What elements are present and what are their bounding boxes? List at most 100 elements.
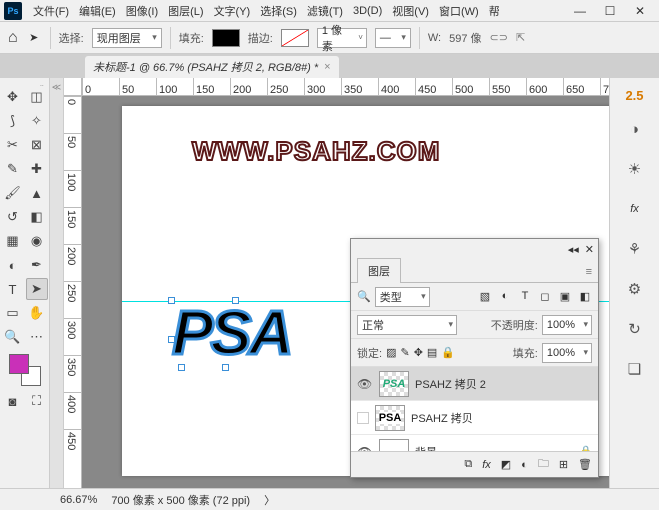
home-icon[interactable]: ⌂ [8, 29, 18, 47]
foreground-color[interactable] [9, 354, 29, 374]
hand-tool[interactable]: ✋ [26, 302, 48, 324]
lasso-tool[interactable]: ⟆ [2, 110, 24, 132]
link-icon[interactable]: ⊂⊃ [490, 31, 508, 44]
stroke-size-input[interactable]: 1 像素 [317, 28, 367, 48]
layer-mask-icon[interactable]: ◩ [501, 458, 511, 471]
status-chevron-icon[interactable]: 〉 [264, 492, 275, 508]
frame-tool[interactable]: ⊠ [26, 134, 48, 156]
window-close[interactable]: ✕ [625, 1, 655, 21]
pen-tool[interactable]: ✒ [26, 254, 48, 276]
menu-file[interactable]: 文件(F) [28, 1, 74, 21]
menu-edit[interactable]: 编辑(E) [74, 1, 121, 21]
layer-row[interactable]: 👁 背景 🔒 [351, 435, 598, 451]
menu-image[interactable]: 图像(I) [121, 1, 163, 21]
group-icon[interactable]: 🗀 [538, 455, 549, 474]
channels-panel-icon[interactable]: ↻ [621, 315, 649, 343]
layer-name[interactable]: PSAHZ 拷贝 2 [415, 376, 486, 392]
close-tab-icon[interactable]: × [324, 61, 330, 73]
visibility-icon[interactable] [357, 412, 369, 424]
color-wells[interactable] [9, 354, 41, 386]
transform-handle[interactable] [178, 364, 185, 371]
adjustment-layer-icon[interactable]: ◐ [521, 459, 528, 471]
layer-thumbnail[interactable]: PSA [379, 371, 409, 397]
layer-fx-icon[interactable]: fx [482, 459, 491, 471]
layer-name[interactable]: PSAHZ 拷贝 [411, 410, 473, 426]
new-layer-icon[interactable]: ⊞ [559, 458, 568, 471]
menu-help[interactable]: 帮 [484, 1, 505, 21]
menu-3d[interactable]: 3D(D) [348, 3, 387, 19]
panel-menu-icon[interactable]: ≡ [580, 262, 598, 282]
healing-tool[interactable]: ✚ [26, 158, 48, 180]
lock-paint-icon[interactable]: ✎ [400, 346, 409, 359]
blend-mode-combo[interactable]: 正常 [357, 315, 457, 335]
window-maximize[interactable]: ☐ [595, 1, 625, 21]
filter-pixel-icon[interactable]: ▧ [478, 290, 492, 303]
document-tab[interactable]: 未标题-1 @ 66.7% (PSAHZ 拷贝 2, RGB/8#) * × [85, 56, 339, 78]
document-dimensions[interactable]: 700 像素 x 500 像素 (72 ppi) [111, 492, 250, 508]
transform-handle[interactable] [168, 336, 175, 343]
swatches-panel-icon[interactable]: ☀ [621, 155, 649, 183]
filter-adjust-icon[interactable]: ◐ [498, 290, 512, 303]
layer-thumbnail[interactable] [379, 439, 409, 452]
filter-toggle-icon[interactable]: ◧ [578, 290, 592, 303]
filter-shape-icon[interactable]: ◻ [538, 290, 552, 303]
select-layer-combo[interactable]: 现用图层 [92, 28, 162, 48]
styles-panel-icon[interactable]: fx [621, 195, 649, 223]
screenmode-tool[interactable]: ⛶ [26, 390, 48, 412]
history-brush-tool[interactable]: ↺ [2, 206, 24, 228]
edit-toolbar[interactable]: ⋯ [26, 326, 48, 348]
fill-swatch[interactable] [212, 29, 240, 47]
search-icon[interactable]: 🔍 [357, 290, 371, 303]
layer-name[interactable]: 背景 [415, 444, 437, 452]
export-icon[interactable]: ⇱ [516, 31, 525, 44]
dodge-tool[interactable]: ◐ [2, 254, 24, 276]
stroke-style-combo[interactable]: — [375, 28, 411, 48]
menu-layer[interactable]: 图层(L) [163, 1, 208, 21]
marquee-tool[interactable]: ◫ [26, 86, 48, 108]
zoom-tool[interactable]: 🔍 [2, 326, 24, 348]
move-tool[interactable]: ✥ [2, 86, 24, 108]
layer-row[interactable]: 👁 PSA PSAHZ 拷贝 2 [351, 367, 598, 401]
lock-pos-icon[interactable]: ✥ [414, 346, 423, 359]
collapse-icon[interactable]: ◂◂ [568, 243, 579, 256]
transform-handle[interactable] [168, 297, 175, 304]
layer-row[interactable]: PSA PSAHZ 拷贝 [351, 401, 598, 435]
menu-filter[interactable]: 滤镜(T) [302, 1, 348, 21]
crop-tool[interactable]: ✂ [2, 134, 24, 156]
filter-type-combo[interactable]: 类型 [375, 287, 430, 307]
menu-view[interactable]: 视图(V) [387, 1, 434, 21]
close-panel-icon[interactable]: ✕ [585, 243, 594, 256]
menu-select[interactable]: 选择(S) [255, 1, 302, 21]
stroke-swatch[interactable] [281, 29, 309, 47]
zoom-level[interactable]: 66.67% [60, 494, 97, 506]
menu-window[interactable]: 窗口(W) [434, 1, 484, 21]
blur-tool[interactable]: ◉ [26, 230, 48, 252]
transform-handle[interactable] [232, 297, 239, 304]
visibility-icon[interactable]: 👁 [357, 377, 373, 391]
delete-layer-icon[interactable]: 🗑 [578, 458, 592, 471]
adjustments-panel-icon[interactable]: ⚘ [621, 235, 649, 263]
magic-wand-tool[interactable]: ✧ [26, 110, 48, 132]
path-selection-tool[interactable]: ➤ [26, 278, 48, 300]
lock-artboard-icon[interactable]: ▤ [427, 346, 437, 359]
window-minimize[interactable]: — [565, 1, 595, 21]
eraser-tool[interactable]: ◧ [26, 206, 48, 228]
opacity-input[interactable]: 100% [542, 315, 592, 335]
layers-panel-icon[interactable]: ❏ [621, 355, 649, 383]
eyedropper-tool[interactable]: ✎ [2, 158, 24, 180]
quickmask-tool[interactable]: ◙ [2, 390, 24, 412]
layer-thumbnail[interactable]: PSA [375, 405, 405, 431]
lock-trans-icon[interactable]: ▨ [386, 346, 396, 359]
link-layers-icon[interactable]: ⧉ [464, 458, 472, 471]
transform-handle[interactable] [222, 364, 229, 371]
stamp-tool[interactable]: ▲ [26, 182, 48, 204]
brush-tool[interactable]: 🖌 [2, 182, 24, 204]
filter-smart-icon[interactable]: ▣ [558, 290, 572, 303]
gradient-tool[interactable]: ▦ [2, 230, 24, 252]
lock-all-icon[interactable]: 🔒 [441, 346, 455, 359]
rectangle-tool[interactable]: ▭ [2, 302, 24, 324]
type-tool[interactable]: T [2, 278, 24, 300]
panel-header[interactable]: ◂◂ ✕ [351, 239, 598, 259]
path-select-icon[interactable]: ➤ [26, 30, 42, 46]
menu-type[interactable]: 文字(Y) [209, 1, 256, 21]
